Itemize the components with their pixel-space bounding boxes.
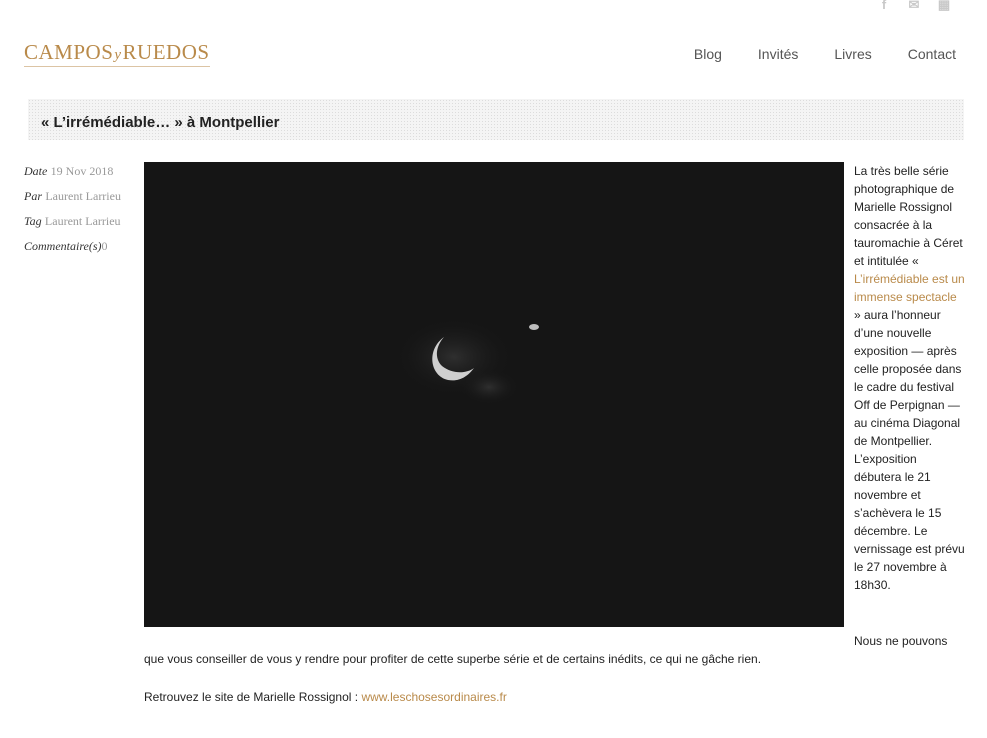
nav-blog[interactable]: Blog — [694, 46, 722, 62]
meta-author: Par Laurent Larrieu — [24, 187, 124, 205]
photo-artwork — [394, 317, 539, 405]
post-photo — [144, 162, 844, 627]
meta-comments: Commentaire(s)0 — [24, 237, 124, 255]
site-logo[interactable]: CAMPOSyRUEDOS — [24, 40, 210, 67]
tag-link[interactable]: Laurent Larrieu — [45, 214, 121, 228]
facebook-icon[interactable]: f — [875, 0, 893, 12]
meta-date: Date 19 Nov 2018 — [24, 162, 124, 180]
comments-label: Commentaire(s) — [24, 239, 102, 253]
nav-contact[interactable]: Contact — [908, 46, 956, 62]
share-icon[interactable]: ▦ — [935, 0, 953, 12]
nav-invites[interactable]: Invités — [758, 46, 798, 62]
author-link[interactable]: Laurent Larrieu — [45, 189, 121, 203]
post-intro: La très belle série photographique de Ma… — [854, 162, 966, 594]
website-text: Retrouvez le site de Marielle Rossignol … — [144, 690, 359, 704]
twitter-icon[interactable]: ✉ — [905, 0, 923, 12]
series-link[interactable]: L’irrémédiable est un immense spectacle — [854, 272, 965, 304]
paragraph-3: Retrouvez le site de Marielle Rossignol … — [144, 688, 507, 706]
intro-text-before: La très belle série photographique de Ma… — [854, 164, 963, 268]
paragraph-2-end: que vous conseiller de vous y rendre pou… — [144, 652, 762, 666]
social-links: f ✉ ▦ — [875, 0, 953, 12]
website-link[interactable]: www.leschosesordinaires.fr — [361, 690, 506, 704]
logo-y: y — [114, 47, 122, 63]
logo-part2: RUEDOS — [122, 40, 210, 64]
date-value: 19 Nov 2018 — [50, 164, 114, 178]
post-meta: Date 19 Nov 2018 Par Laurent Larrieu Tag… — [24, 162, 124, 262]
nav-livres[interactable]: Livres — [834, 46, 871, 62]
logo-part1: CAMPOS — [24, 40, 114, 64]
tag-label: Tag — [24, 214, 42, 228]
comments-count[interactable]: 0 — [102, 239, 108, 253]
author-label: Par — [24, 189, 42, 203]
title-band: « L’irrémédiable… » à Montpellier — [28, 99, 964, 140]
meta-tag: Tag Laurent Larrieu — [24, 212, 124, 230]
post-title: « L’irrémédiable… » à Montpellier — [41, 114, 280, 131]
intro-text-after: » aura l’honneur d’une nouvelle expositi… — [854, 308, 965, 592]
paragraph-2-start: Nous ne pouvons — [854, 634, 948, 648]
main-nav: Blog Invités Livres Contact — [694, 46, 956, 62]
date-label: Date — [24, 164, 48, 178]
